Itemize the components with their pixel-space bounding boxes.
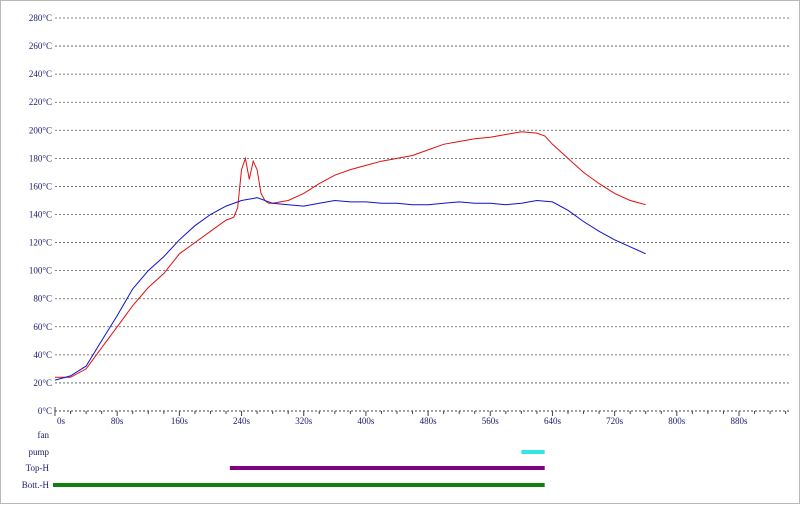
x-tick-label: 80s [111, 416, 124, 426]
y-tick-label: 120°C [29, 238, 52, 248]
x-tick-label: 320s [295, 416, 313, 426]
x-tick-label: 800s [668, 416, 686, 426]
x-tick-label: 720s [606, 416, 624, 426]
x-tick-label: 160s [171, 416, 189, 426]
y-tick-label: 100°C [29, 266, 52, 276]
y-tick-label: 200°C [29, 125, 52, 135]
chart-window: 0°C 20°C 40°C 60°C 80°C 100°C 120°C 140°C 160°C 1… [0, 0, 800, 504]
lane-label: Top-H [26, 463, 50, 473]
axes [54, 407, 791, 416]
lane-bar-pump [521, 450, 545, 454]
y-tick-label: 240°C [29, 69, 52, 79]
y-tick-label: 20°C [33, 378, 52, 388]
lane-label: Bott.-H [22, 480, 50, 490]
y-tick-label: 280°C [29, 13, 52, 23]
grid-lines [55, 17, 791, 384]
y-tick-label: 160°C [29, 181, 52, 191]
lane-label: pump [28, 447, 49, 457]
temperature-chart: 0°C 20°C 40°C 60°C 80°C 100°C 120°C 140°C 160°C 1… [22, 13, 791, 490]
y-tick-label: 220°C [29, 97, 52, 107]
y-tick-label: 80°C [33, 294, 52, 304]
x-tick-labels: 0s 80s 160s 240s 320s 400s 480s 560s 640s 720s 800… [57, 416, 748, 426]
y-tick-labels: 0°C 20°C 40°C 60°C 80°C 100°C 120°C 140°C 160°C 1… [29, 13, 52, 416]
y-tick-label: 60°C [33, 322, 52, 332]
lane-bar-top-h [229, 466, 545, 470]
y-tick-label: 0°C [38, 406, 52, 416]
y-tick-label: 180°C [29, 153, 52, 163]
lane-bar-bott-h [53, 483, 545, 487]
x-tick-label: 640s [544, 416, 562, 426]
series-line-1 [55, 131, 646, 378]
x-tick-label: 240s [233, 416, 251, 426]
x-tick-label: 0s [57, 416, 66, 426]
y-tick-label: 40°C [33, 350, 52, 360]
series-lines [54, 131, 646, 381]
x-tick-label: 560s [482, 416, 500, 426]
series-line-2 [54, 197, 646, 381]
activity-lanes: fan pump Top-H Bott.-H [22, 430, 545, 490]
x-tick-label: 400s [357, 416, 375, 426]
y-tick-label: 260°C [29, 41, 52, 51]
x-tick-label: 480s [420, 416, 438, 426]
lane-label: fan [38, 430, 50, 440]
y-tick-label: 140°C [29, 210, 52, 220]
x-tick-label: 880s [730, 416, 748, 426]
